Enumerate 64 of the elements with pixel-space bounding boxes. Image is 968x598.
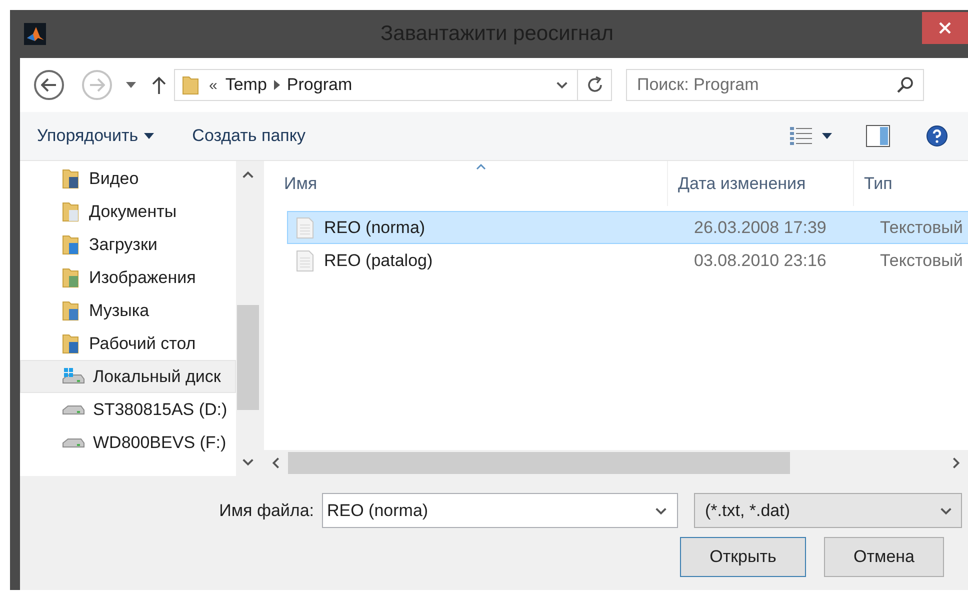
file-type: Текстовый [879,218,964,238]
modified-date: 03.08.2010 23:16 [693,250,828,270]
search-field[interactable]: Поиск: Program [626,69,924,101]
details-view-icon [790,127,812,145]
new-folder-button[interactable]: Создать папку [186,126,312,146]
caret-icon [144,133,154,139]
cancel-button[interactable]: Отмена [824,537,944,577]
scroll-thumb[interactable] [288,452,790,474]
organize-menu[interactable]: Упорядочить [31,126,160,146]
folder-icon [61,234,81,256]
folder-icon [61,200,81,222]
system-drive-icon [61,366,85,386]
app-logo-icon [24,23,46,45]
nav-item[interactable]: ST380815AS (D:) [20,393,236,426]
preview-pane-icon [866,125,890,147]
nav-item[interactable]: Загрузки [20,228,236,261]
breadcrumb[interactable]: Temp [219,75,273,95]
text-file-icon [296,216,314,238]
file-name: REO (norma) [324,218,426,238]
back-button[interactable] [34,70,64,100]
nav-item[interactable]: WD800BEVS (F:) [20,426,236,459]
modified-date: 26.03.2008 17:39 [693,218,828,238]
close-icon [939,22,951,34]
arrow-up-icon [152,76,166,94]
folder-icon [61,332,81,354]
drive-icon [61,438,85,448]
close-button[interactable] [922,12,968,44]
nav-item[interactable]: Документы [20,195,236,228]
breadcrumb-separator-icon [272,80,281,90]
help-icon [926,125,948,147]
preview-pane-button[interactable] [866,125,890,147]
file-type-dropdown[interactable]: (*.txt, *.dat) [694,493,962,528]
nav-item[interactable]: Рабочий стол [20,327,236,360]
breadcrumb[interactable]: Program [280,75,358,95]
open-button[interactable]: Открыть [680,537,806,577]
nav-item[interactable]: Видео [20,162,236,195]
folder-icon [61,266,81,288]
horizontal-scrollbar[interactable] [264,450,968,476]
nav-item[interactable]: Локальный диск [20,360,236,393]
refresh-icon [586,76,604,94]
file-row[interactable]: REO (norma) 26.03.2008 17:39 Текстовый [287,211,968,244]
search-icon [896,76,914,94]
nav-item[interactable]: Музыка [20,294,236,327]
folder-icon [61,300,81,322]
file-name: REO (patalog) [324,250,433,270]
file-name-label: Имя файла: [219,501,314,521]
recent-locations-button[interactable] [126,82,136,88]
caret-icon [126,82,136,88]
folder-icon [61,168,81,190]
caret-icon [822,133,832,139]
address-bar[interactable]: « Temp Program [174,69,612,101]
text-file-icon [296,250,314,272]
folder-icon [181,74,201,96]
arrow-right-icon [89,78,105,92]
drive-icon [61,404,85,414]
file-name-field[interactable]: REO (norma) [322,493,678,528]
up-button[interactable] [152,76,166,94]
view-options-button[interactable] [790,127,832,145]
arrow-left-icon [41,78,57,92]
scroll-thumb[interactable] [237,305,259,410]
overflow-chevron[interactable]: « [209,76,218,94]
help-button[interactable] [926,125,948,147]
nav-item[interactable]: Изображения [20,261,236,294]
file-type: Текстовый [879,250,964,270]
